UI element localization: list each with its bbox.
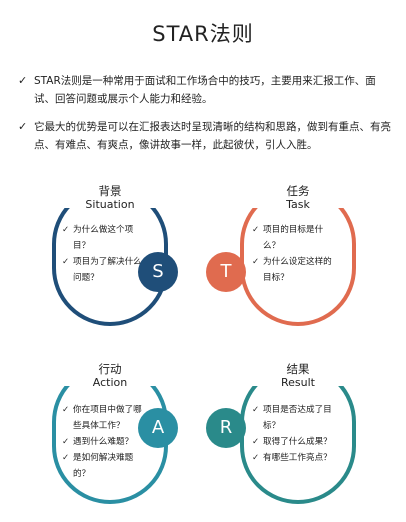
list-item: ✓ 有哪些工作亮点？ — [252, 450, 336, 466]
list-item: ✓ 遇到什么难题？ — [62, 434, 146, 450]
list-item: ✓ 项目是否达成了目标？ — [252, 402, 336, 434]
check-icon: ✓ — [62, 453, 70, 463]
card-title-cn: 结果 — [286, 362, 310, 376]
list-item: ✓ 取得了什么成果？ — [252, 434, 336, 450]
card-items: ✓ 项目是否达成了目标？ ✓ 取得了什么成果？ ✓ 有哪些工作亮点？ — [252, 402, 336, 466]
card-title-cn: 背景 — [98, 184, 122, 198]
page-title: STAR法则 — [152, 22, 254, 46]
card-header: 行动 Action — [60, 356, 160, 389]
card-title-cn: 行动 — [98, 362, 122, 376]
list-item: ✓ 你在项目中做了哪些具体工作？ — [62, 402, 146, 434]
letter-badge: R — [206, 408, 246, 448]
list-item: ✓ 为什么做这个项目？ — [62, 222, 146, 254]
card-items: ✓ 项目的目标是什么？ ✓ 为什么设定这样的目标？ — [252, 222, 336, 286]
card-items: ✓ 为什么做这个项目？ ✓ 项目为了解决什么问题？ — [62, 222, 146, 286]
star-card-action: 行动 Action ✓ 你在项目中做了哪些具体工作？ ✓ 遇到什么难题？ ✓ 是如何解… — [38, 356, 188, 506]
star-card-result: 结果 Result ✓ 项目是否达成了目标？ ✓ 取得了什么成果？ ✓ 有哪些工作亮点… — [206, 356, 360, 506]
check-icon: ✓ — [252, 225, 260, 235]
card-header: 任务 Task — [248, 178, 348, 211]
check-icon: ✓ — [62, 437, 70, 447]
check-icon: ✓ — [252, 257, 260, 267]
list-item: ✓ 项目的目标是什么？ — [252, 222, 336, 254]
intro-text: 它最大的优势是可以在汇报表达时呈现清晰的结构和思路，做到有重点、有亮点、有难点、… — [34, 121, 391, 151]
list-item: ✓ 是如何解决难题的？ — [62, 450, 146, 482]
card-header: 结果 Result — [248, 356, 348, 389]
letter-badge: S — [138, 252, 178, 292]
star-card-situation: 背景 Situation ✓ 为什么做这个项目？ ✓ 项目为了解决什么问题？ S — [38, 178, 188, 328]
check-icon: ✓ — [62, 225, 70, 235]
list-item: ✓ 项目为了解决什么问题？ — [62, 254, 146, 286]
card-title-en: Result — [281, 376, 315, 389]
check-icon: ✓ — [252, 453, 260, 463]
intro-bullet: ✓ STAR法则是一种常用于面试和工作场合中的技巧，主要用来汇报工作、面试、回答… — [18, 72, 393, 108]
check-icon: ✓ — [252, 405, 260, 415]
intro-bullet: ✓ 它最大的优势是可以在汇报表达时呈现清晰的结构和思路，做到有重点、有亮点、有难… — [18, 118, 393, 154]
card-items: ✓ 你在项目中做了哪些具体工作？ ✓ 遇到什么难题？ ✓ 是如何解决难题的？ — [62, 402, 146, 482]
check-icon: ✓ — [18, 120, 28, 133]
card-title-en: Task — [286, 198, 310, 211]
letter-badge: T — [206, 252, 246, 292]
card-title-cn: 任务 — [286, 184, 310, 198]
card-title-en: Action — [92, 376, 128, 389]
star-card-task: 任务 Task ✓ 项目的目标是什么？ ✓ 为什么设定这样的目标？ T — [206, 178, 360, 328]
check-icon: ✓ — [62, 257, 70, 267]
check-icon: ✓ — [252, 437, 260, 447]
check-icon: ✓ — [62, 405, 70, 415]
card-header: 背景 Situation — [60, 178, 160, 211]
letter-badge: A — [138, 408, 178, 448]
intro-text: STAR法则是一种常用于面试和工作场合中的技巧，主要用来汇报工作、面试、回答问题… — [34, 75, 376, 105]
check-icon: ✓ — [18, 74, 28, 87]
list-item: ✓ 为什么设定这样的目标？ — [252, 254, 336, 286]
card-title-en: Situation — [85, 198, 135, 211]
